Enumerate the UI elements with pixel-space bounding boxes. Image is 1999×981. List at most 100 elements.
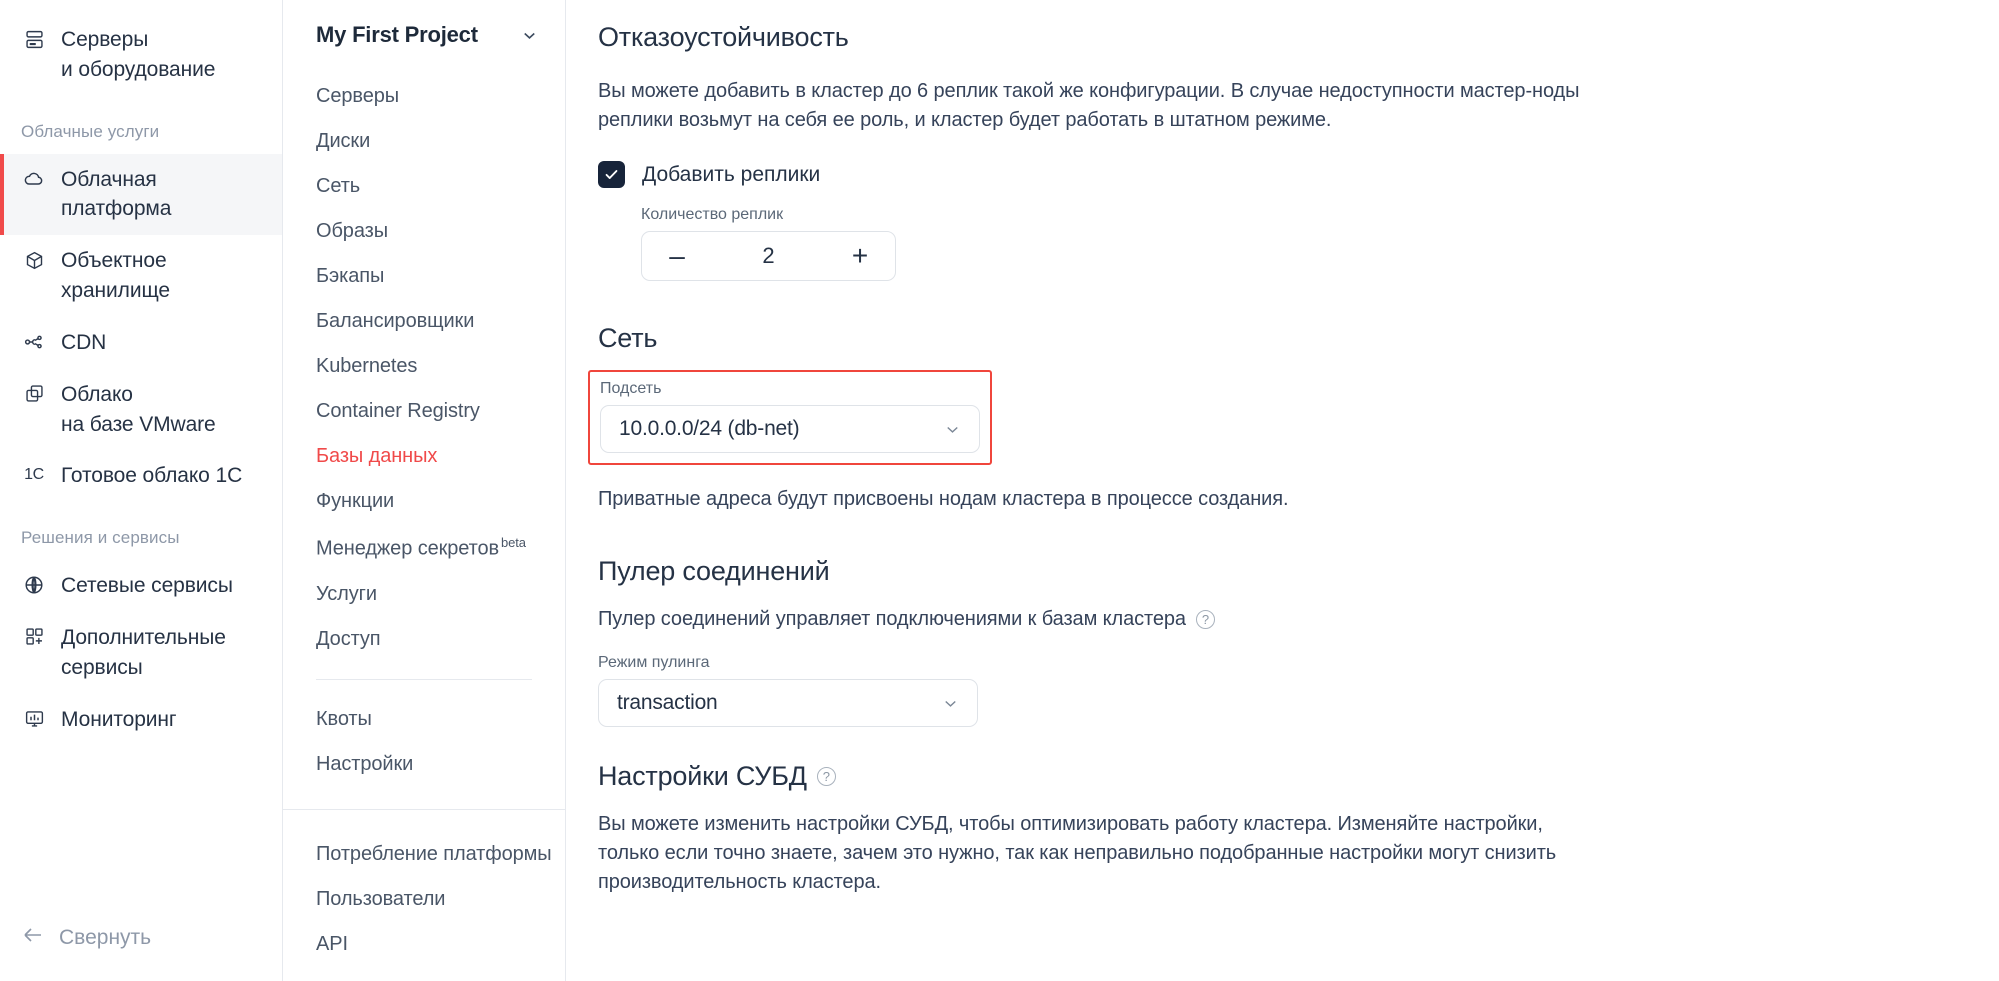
check-icon (605, 170, 618, 179)
project-nav-services[interactable]: Услуги (283, 572, 565, 617)
project-nav-databases[interactable]: Базы данных (283, 434, 565, 479)
project-nav-balancers[interactable]: Балансировщики (283, 299, 565, 344)
fault-tolerance-description: Вы можете добавить в кластер до 6 реплик… (598, 80, 1580, 131)
project-nav-api[interactable]: API (283, 922, 565, 967)
section-dbms-settings: Настройки СУБД ? Вы можете изменить наст… (598, 761, 1698, 897)
sidebar-item-vmware-cloud[interactable]: Облако на базе VMware (0, 369, 282, 451)
sidebar-item-label: Облачная платформа (61, 167, 172, 221)
chevron-down-icon (943, 420, 962, 439)
replicas-field: Количество реплик – 2 + (641, 206, 1698, 281)
network-note: Приватные адреса будут присвоены нодам к… (598, 488, 1289, 510)
project-nav-main: Серверы Диски Сеть Образы Бэкапы Баланси… (283, 68, 565, 662)
project-nav-access[interactable]: Доступ (283, 617, 565, 662)
project-nav-bottom-group: Потребление платформы Пользователи API (283, 810, 565, 967)
main-content: Отказоустойчивость Вы можете добавить в … (566, 0, 1999, 981)
cdn-icon (21, 329, 47, 355)
sidebar-item-label: Готовое облако 1С (61, 464, 243, 488)
sidebar-item-ready-cloud-1c[interactable]: 1C Готовое облако 1С (0, 450, 282, 502)
network-title: Сеть (598, 323, 658, 353)
project-nav-settings[interactable]: Настройки (283, 742, 565, 787)
subnet-highlight-box: Подсеть 10.0.0.0/24 (db-net) (588, 370, 992, 465)
server-icon (21, 26, 47, 52)
collapse-label: Свернуть (59, 925, 152, 949)
project-nav-secrets-manager[interactable]: Менеджер секретов beta (283, 524, 565, 572)
beta-badge: beta (501, 535, 526, 550)
project-nav-functions[interactable]: Функции (283, 479, 565, 524)
sidebar-item-label: CDN (61, 330, 107, 354)
subnet-select-wrap: 10.0.0.0/24 (db-net) (600, 405, 980, 453)
sidebar-item-object-storage[interactable]: Объектное хранилище (0, 235, 282, 317)
project-nav-backups[interactable]: Бэкапы (283, 254, 565, 299)
sidebar-item-label: Сетевые сервисы (61, 574, 233, 598)
dbms-title: Настройки СУБД (598, 761, 807, 791)
add-replicas-label: Добавить реплики (642, 162, 821, 186)
pool-title: Пулер соединений (598, 556, 830, 586)
add-replicas-checkbox[interactable] (598, 161, 625, 188)
sidebar-item-label: Серверы и оборудование (61, 28, 216, 81)
pooling-mode-field: Режим пулинга transaction (598, 654, 1698, 727)
project-nav-servers[interactable]: Серверы (283, 74, 565, 119)
project-nav-label: Менеджер секретов (316, 537, 500, 560)
sidebar-group-solutions: Решения и сервисы (21, 528, 180, 548)
project-nav-network[interactable]: Сеть (283, 164, 565, 209)
help-icon[interactable]: ? (816, 767, 836, 786)
sidebar-item-cloud-platform[interactable]: Облачная платформа (0, 153, 282, 236)
add-replicas-checkbox-row[interactable]: Добавить реплики (598, 161, 1698, 188)
globe-icon (21, 572, 47, 598)
project-nav-quotas[interactable]: Квоты (283, 697, 565, 742)
1c-icon: 1C (24, 465, 44, 483)
section-fault-tolerance: Отказоустойчивость Вы можете добавить в … (598, 22, 1698, 281)
replicas-stepper[interactable]: – 2 + (641, 231, 896, 281)
project-title: My First Project (316, 22, 478, 47)
project-nav-divider (316, 678, 532, 680)
grid-plus-icon (21, 624, 47, 650)
subnet-selected-value: 10.0.0.0/24 (db-net) (619, 417, 800, 440)
pooling-mode-label: Режим пулинга (598, 654, 710, 671)
cloud-icon (21, 166, 47, 192)
project-nav-settings-group: Квоты Настройки (283, 697, 565, 787)
cube-icon (21, 247, 47, 273)
replicas-increment-button[interactable]: + (847, 242, 873, 270)
project-nav-kubernetes[interactable]: Kubernetes (283, 344, 565, 389)
pool-description-row: Пулер соединений управляет подключениями… (598, 605, 1698, 634)
dbms-description: Вы можете изменить настройки СУБД, чтобы… (598, 813, 1557, 893)
help-icon[interactable]: ? (1195, 610, 1215, 629)
sidebar-item-label: Облако на базе VMware (61, 382, 216, 436)
app-root: Серверы и оборудование Облачные услуги Об… (0, 0, 1999, 981)
project-nav-container-registry[interactable]: Container Registry (283, 389, 565, 434)
sidebar-item-label: Мониторинг (61, 707, 177, 731)
monitor-icon (21, 706, 47, 732)
pooling-mode-select[interactable]: transaction (598, 679, 978, 727)
sidebar-item-network-services[interactable]: Сетевые сервисы (0, 560, 282, 612)
collapse-sidebar-button[interactable]: Свернуть (0, 912, 169, 963)
sidebar-item-servers[interactable]: Серверы и оборудование (0, 14, 282, 96)
chevron-down-icon (941, 694, 960, 713)
sidebar-item-monitoring[interactable]: Мониторинг (0, 694, 282, 746)
section-connection-pool: Пулер соединений Пулер соединений управл… (598, 556, 1698, 727)
fault-tolerance-title: Отказоустойчивость (598, 22, 849, 52)
sidebar-item-label: Объектное хранилище (61, 249, 170, 303)
project-sidebar: My First Project Серверы Диски Сеть Обра… (283, 0, 566, 981)
sidebar-item-cdn[interactable]: CDN (0, 317, 282, 369)
copy-icon (21, 381, 47, 407)
replicas-count-label: Количество реплик (641, 206, 784, 223)
sidebar-group-cloud: Облачные услуги (21, 121, 160, 141)
subnet-label: Подсеть (600, 380, 662, 397)
arrow-left-icon (21, 923, 45, 952)
project-nav-images[interactable]: Образы (283, 209, 565, 254)
replicas-decrement-button[interactable]: – (664, 242, 690, 270)
subnet-select[interactable]: 10.0.0.0/24 (db-net) (600, 405, 980, 453)
replicas-value: 2 (762, 243, 775, 268)
project-nav-disks[interactable]: Диски (283, 119, 565, 164)
section-network: Сеть Подсеть 10.0.0.0/24 (db-net) Приват… (588, 323, 1698, 514)
sidebar-item-additional-services[interactable]: Дополнительные сервисы (0, 612, 282, 694)
project-nav-users[interactable]: Пользователи (283, 877, 565, 922)
sidebar-item-label: Дополнительные сервисы (61, 625, 226, 679)
primary-sidebar: Серверы и оборудование Облачные услуги Об… (0, 0, 283, 981)
dbms-title-row: Настройки СУБД ? (598, 761, 1698, 792)
project-nav-platform-consumption[interactable]: Потребление платформы (283, 832, 565, 877)
project-selector[interactable]: My First Project (283, 0, 565, 68)
pool-description: Пулер соединений управляет подключениями… (598, 608, 1186, 630)
pooling-mode-selected-value: transaction (617, 691, 718, 714)
chevron-down-icon (520, 26, 539, 45)
